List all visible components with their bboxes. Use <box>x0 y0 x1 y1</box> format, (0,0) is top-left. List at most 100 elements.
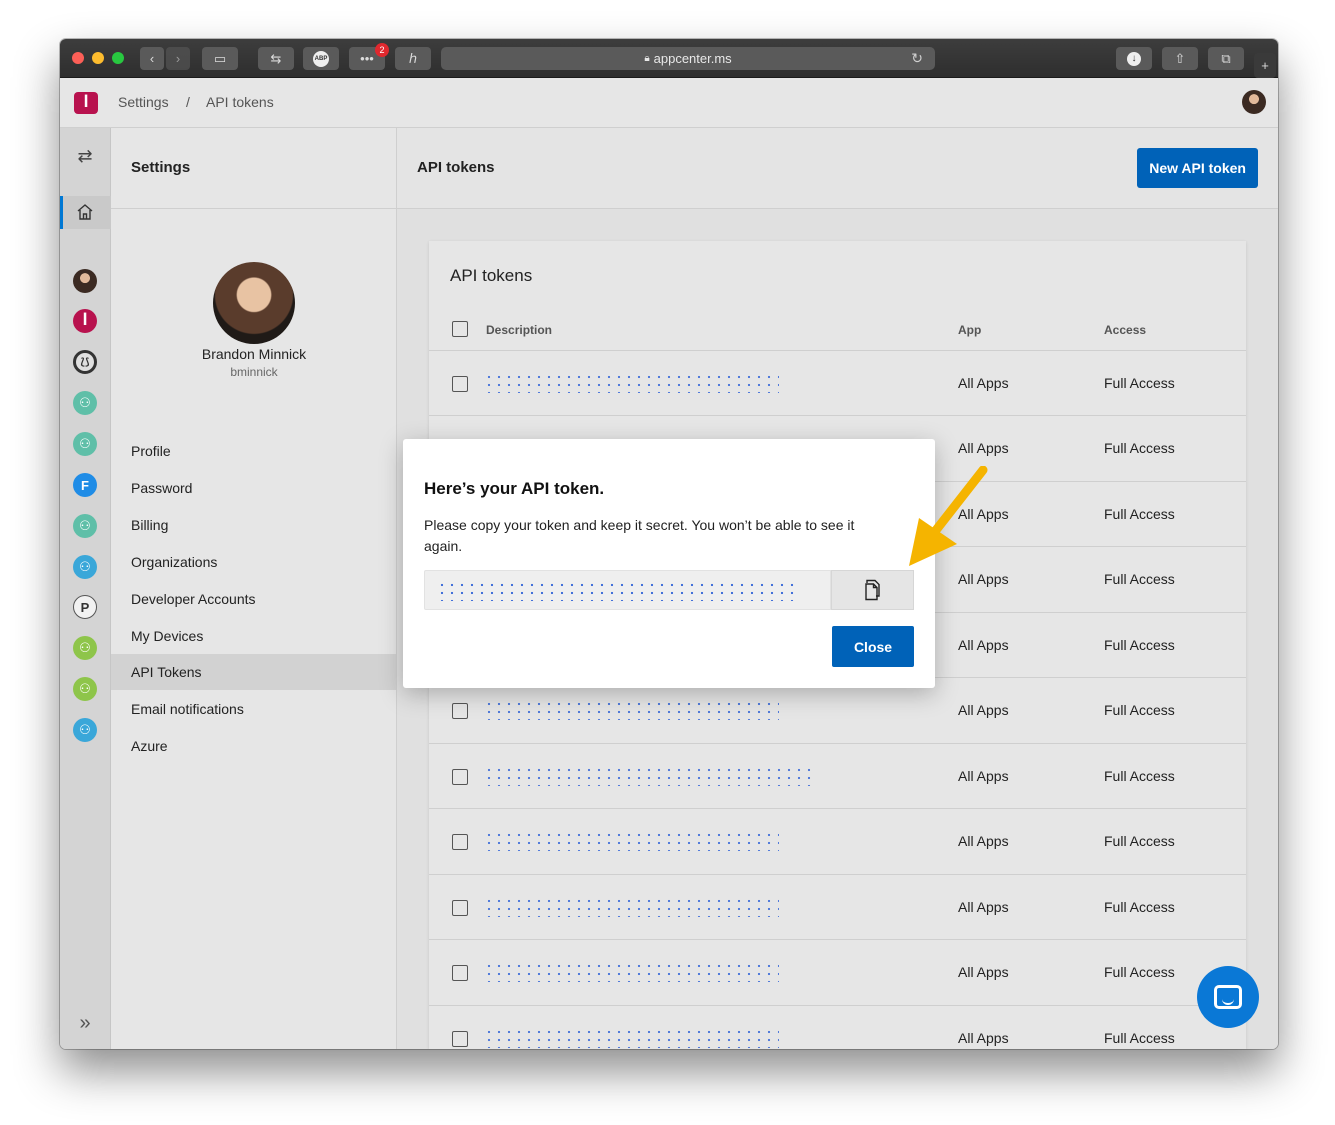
chat-support-button[interactable] <box>1197 966 1259 1028</box>
nav-item-profile[interactable]: Profile <box>111 433 396 469</box>
nav-item-email-notifications[interactable]: Email notifications <box>111 691 396 727</box>
row-checkbox[interactable] <box>452 965 468 981</box>
dialog-message: Please copy your token and keep it secre… <box>424 517 855 554</box>
nav-item-billing[interactable]: Billing <box>111 507 396 543</box>
adblock-button[interactable]: ABP <box>303 47 339 70</box>
swap-icon[interactable]: ⇄ <box>73 144 97 168</box>
row-checkbox[interactable] <box>452 703 468 719</box>
zoom-window-button[interactable] <box>112 52 124 64</box>
extension-button[interactable]: ⇆ <box>258 47 294 70</box>
table-row[interactable]: All Apps Full Access <box>429 1005 1246 1049</box>
reload-icon[interactable]: ↻ <box>911 50 923 67</box>
row-app: All Apps <box>958 702 1009 718</box>
row-access: Full Access <box>1104 506 1175 522</box>
account-avatar[interactable] <box>1242 90 1266 114</box>
app-center-logo-icon[interactable]: ꟾ <box>74 92 98 114</box>
row-app: All Apps <box>958 833 1009 849</box>
table-row[interactable]: All Apps Full Access <box>429 743 1246 808</box>
row-checkbox[interactable] <box>452 769 468 785</box>
rail-group-icon[interactable]: ⚇ <box>73 391 97 415</box>
row-app: All Apps <box>958 964 1009 980</box>
rail-app-center-icon[interactable]: ꟾ <box>73 309 97 333</box>
extension-button-2[interactable]: ℎ <box>395 47 431 70</box>
row-access: Full Access <box>1104 375 1175 391</box>
adblock-icon: ABP <box>313 50 329 67</box>
breadcrumb-settings[interactable]: Settings <box>118 94 169 110</box>
share-button[interactable]: ⇧ <box>1162 47 1198 70</box>
new-api-token-button[interactable]: New API token <box>1137 148 1258 188</box>
row-access: Full Access <box>1104 899 1175 915</box>
rail-group-icon[interactable]: ⚇ <box>73 432 97 456</box>
lock-icon: 🔒︎ <box>644 53 650 64</box>
url-text: appcenter.ms <box>653 51 732 66</box>
row-app: All Apps <box>958 1030 1009 1046</box>
column-header-description: Description <box>486 323 553 337</box>
breadcrumb-api-tokens: API tokens <box>206 94 274 110</box>
table-row[interactable]: All Apps Full Access <box>429 939 1246 1004</box>
forward-button[interactable]: › <box>166 47 190 70</box>
token-field[interactable] <box>424 570 831 610</box>
table-row[interactable]: All Apps Full Access <box>429 350 1246 415</box>
app-rail: ⇄ ꟾ ⟅⟆ ⚇ ⚇ F ⚇ ⚇ P ⚇ ⚇ ⚇ » <box>60 128 111 1049</box>
address-bar[interactable]: 🔒︎ appcenter.ms ↻ <box>441 47 935 70</box>
settings-header: Settings <box>111 128 396 209</box>
rail-group-icon[interactable]: ⚇ <box>73 677 97 701</box>
rail-group-icon[interactable]: ⚇ <box>73 718 97 742</box>
close-button[interactable]: Close <box>832 626 914 667</box>
share-icon: ⇧ <box>1174 50 1186 66</box>
home-icon <box>77 204 93 220</box>
rail-group-icon[interactable]: ⚇ <box>73 636 97 660</box>
nav-item-api-tokens[interactable]: API Tokens <box>111 654 396 690</box>
tabs-button[interactable]: ⧉ <box>1208 47 1244 70</box>
rail-item-home[interactable] <box>60 196 111 229</box>
row-checkbox[interactable] <box>452 376 468 392</box>
sidebar-toggle-button[interactable]: ▭ <box>202 47 238 70</box>
copy-token-button[interactable] <box>831 570 914 610</box>
minimize-window-button[interactable] <box>92 52 104 64</box>
annotation-arrow-icon <box>909 466 988 566</box>
row-checkbox[interactable] <box>452 834 468 850</box>
profile-photo <box>213 262 295 344</box>
row-access: Full Access <box>1104 440 1175 456</box>
redacted-description <box>484 831 779 851</box>
plus-icon: + <box>1261 58 1269 73</box>
rail-group-icon[interactable]: ⚇ <box>73 555 97 579</box>
rail-p-app-icon[interactable]: P <box>73 595 97 619</box>
redacted-description <box>484 373 779 393</box>
transfer-icon: ⇆ <box>270 50 282 66</box>
nav-item-azure[interactable]: Azure <box>111 728 396 764</box>
row-access: Full Access <box>1104 1030 1175 1046</box>
app-header: ꟾ Settings / API tokens <box>60 78 1278 128</box>
redacted-description <box>484 1028 779 1048</box>
table-row[interactable]: All Apps Full Access <box>429 874 1246 939</box>
close-window-button[interactable] <box>72 52 84 64</box>
rail-xamarin-app-icon[interactable]: ⟅⟆ <box>73 350 97 374</box>
nav-item-my-devices[interactable]: My Devices <box>111 618 396 654</box>
nav-item-organizations[interactable]: Organizations <box>111 544 396 580</box>
browser-toolbar: ‹ › ▭ ⇆ ABP ••• 2 ℎ 🔒︎ appcenter.ms ↻ ↓ … <box>60 39 1278 78</box>
rail-f-app-icon[interactable]: F <box>73 473 97 497</box>
column-header-access: Access <box>1104 323 1147 337</box>
downloads-button[interactable]: ↓ <box>1116 47 1152 70</box>
table-row[interactable]: All Apps Full Access <box>429 808 1246 873</box>
back-button[interactable]: ‹ <box>140 47 164 70</box>
notification-badge: 2 <box>375 43 389 57</box>
row-checkbox[interactable] <box>452 900 468 916</box>
chat-icon <box>1214 985 1242 1009</box>
redacted-description <box>484 897 779 917</box>
row-checkbox[interactable] <box>452 1031 468 1047</box>
select-all-checkbox[interactable] <box>452 321 468 337</box>
nav-item-password[interactable]: Password <box>111 470 396 506</box>
chevron-right-icon: › <box>175 51 181 66</box>
new-tab-button[interactable]: + <box>1254 53 1276 78</box>
settings-panel: Settings Brandon Minnick bminnick Profil… <box>111 128 397 1049</box>
row-access: Full Access <box>1104 637 1175 653</box>
download-icon: ↓ <box>1127 51 1141 66</box>
profile-username: bminnick <box>230 365 278 379</box>
row-app: All Apps <box>958 637 1009 653</box>
expand-icon[interactable]: » <box>73 1011 97 1035</box>
rail-user-avatar[interactable] <box>73 269 97 293</box>
rail-group-icon[interactable]: ⚇ <box>73 514 97 538</box>
nav-item-developer-accounts[interactable]: Developer Accounts <box>111 581 396 617</box>
row-access: Full Access <box>1104 768 1175 784</box>
